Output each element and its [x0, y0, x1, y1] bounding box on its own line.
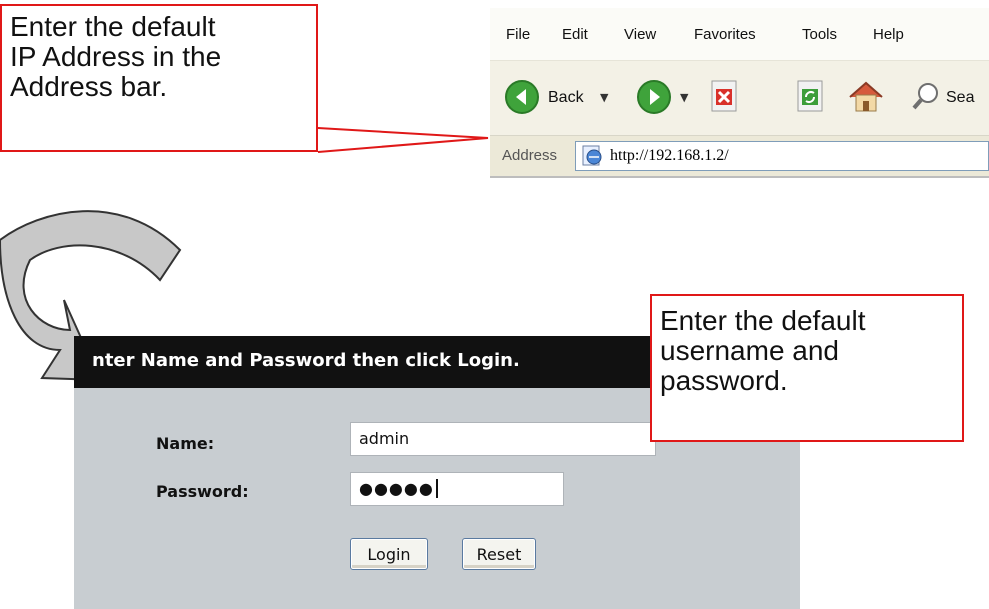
login-button[interactable]: Login: [350, 538, 428, 570]
name-value: admin: [359, 429, 410, 448]
callout-credentials-line-2: username and: [660, 335, 840, 367]
reset-button[interactable]: Reset: [462, 538, 536, 570]
name-input[interactable]: admin: [350, 422, 656, 456]
text-caret: [435, 479, 438, 498]
callout-credentials-line-3: password.: [660, 365, 788, 397]
login-instructions: nter Name and Password then click Login.: [92, 350, 520, 371]
callout-credentials: Enter the default username and password.: [650, 294, 964, 442]
password-input[interactable]: ●●●●●: [350, 472, 564, 506]
callout-pointer-1: [317, 127, 489, 153]
name-label: Name:: [156, 434, 215, 453]
callout-credentials-line-1: Enter the default: [660, 305, 866, 336]
password-mask: ●●●●●: [359, 479, 434, 498]
password-label: Password:: [156, 482, 249, 501]
